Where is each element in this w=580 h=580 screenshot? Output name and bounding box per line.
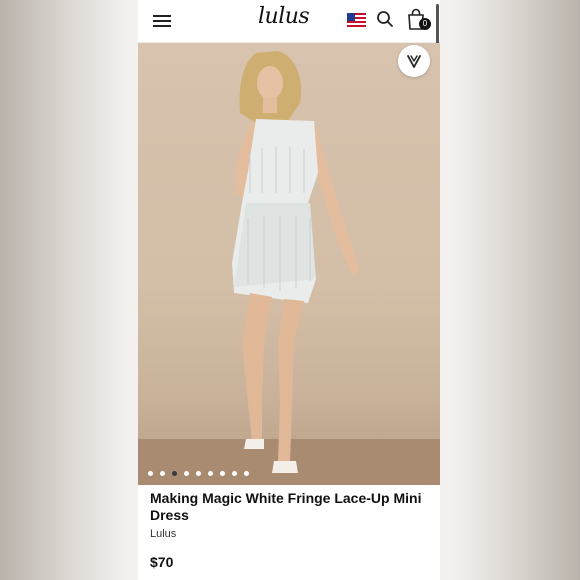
heart-icon xyxy=(407,55,421,68)
gallery-dot[interactable] xyxy=(184,471,189,476)
product-image[interactable] xyxy=(138,43,440,485)
gallery-dot[interactable] xyxy=(148,471,153,476)
gallery-dot[interactable] xyxy=(208,471,213,476)
gallery-dot[interactable] xyxy=(244,471,249,476)
hamburger-menu-icon[interactable] xyxy=(153,12,171,30)
search-icon[interactable] xyxy=(376,10,394,28)
gallery-dot[interactable] xyxy=(172,471,177,476)
product-title[interactable]: Making Magic White Fringe Lace-Up Mini D… xyxy=(150,490,430,524)
gallery-dot[interactable] xyxy=(232,471,237,476)
gallery-dot[interactable] xyxy=(220,471,225,476)
cart-count-badge: 0 xyxy=(419,18,431,30)
favorite-button[interactable] xyxy=(398,45,430,77)
product-brand[interactable]: Lulus xyxy=(150,528,176,540)
gallery-pagination xyxy=(138,471,278,479)
gallery-dot[interactable] xyxy=(196,471,201,476)
lulus-logo[interactable]: lulus xyxy=(258,4,310,29)
us-flag-icon[interactable] xyxy=(347,13,366,27)
phone-screen: lulus 0 Making Magic White Fringe Lace-U… xyxy=(138,0,440,580)
product-price: $70 xyxy=(150,554,174,570)
site-header: lulus 0 xyxy=(138,0,440,64)
gallery-dot[interactable] xyxy=(160,471,165,476)
model-figure xyxy=(232,51,360,473)
